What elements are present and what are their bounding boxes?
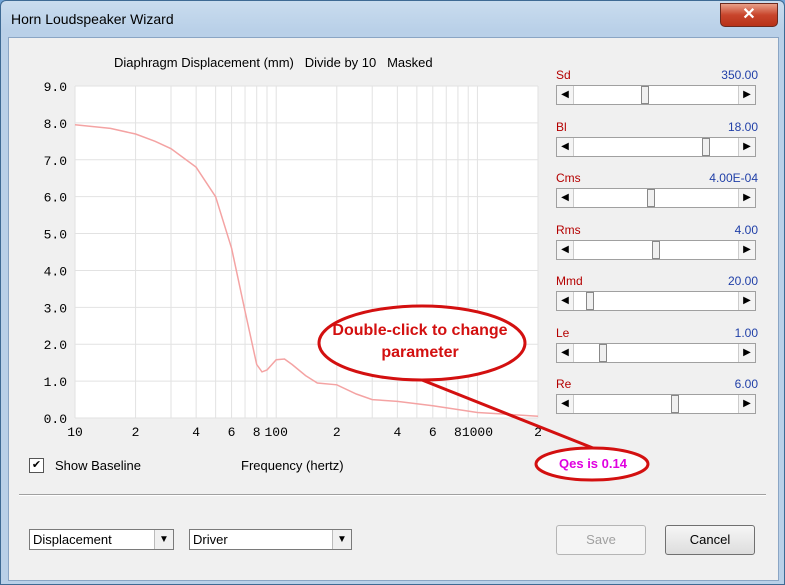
dialog-body: Diaphragm Displacement (mm) Divide by 10… — [8, 37, 779, 581]
param-label-cms: Cms — [556, 171, 581, 185]
scroll-left-icon[interactable]: ◀ — [557, 395, 574, 413]
source-select[interactable]: Driver ▼ — [189, 529, 352, 550]
qes-label: Qes is 0.14 — [559, 456, 627, 471]
x-tick-label: 6 — [429, 425, 437, 440]
param-slider-re[interactable]: ◀ ▶ — [556, 394, 756, 414]
window-title: Horn Loudspeaker Wizard — [11, 11, 174, 27]
x-tick-label: 2 — [132, 425, 140, 440]
param-value-mmd[interactable]: 20.00 — [678, 274, 758, 288]
wizard-window: Horn Loudspeaker Wizard ✕ Diaphragm Disp… — [0, 0, 785, 585]
scroll-right-icon[interactable]: ▶ — [738, 137, 755, 156]
param-value-cms[interactable]: 4.00E-04 — [678, 171, 758, 185]
y-tick-label: 9.0 — [44, 80, 67, 95]
x-tick-label: 1000 — [462, 425, 493, 440]
y-tick-label: 7.0 — [44, 154, 67, 169]
x-tick-label: 4 — [192, 425, 200, 440]
scroll-left-icon[interactable]: ◀ — [557, 343, 574, 362]
x-tick-label: 8 — [454, 425, 462, 440]
x-tick-label: 6 — [228, 425, 236, 440]
scroll-left-icon[interactable]: ◀ — [557, 189, 574, 207]
close-icon: ✕ — [742, 6, 756, 23]
param-label-re: Re — [556, 377, 572, 391]
y-tick-label: 4.0 — [44, 264, 67, 279]
param-value-re[interactable]: 6.00 — [678, 377, 758, 391]
cancel-button[interactable]: Cancel — [665, 525, 755, 555]
scroll-right-icon[interactable]: ▶ — [738, 240, 755, 259]
y-tick-label: 6.0 — [44, 191, 67, 206]
x-tick-label: 8 — [253, 425, 261, 440]
param-slider-sd[interactable]: ◀ ▶ — [556, 85, 756, 105]
displacement-chart[interactable]: 9.0 8.0 7.0 6.0 5.0 4.0 3.0 2.0 1.0 0.010 2 4 6 8 100 2… — [9, 38, 549, 448]
y-tick-label: 5.0 — [44, 228, 67, 243]
scroll-right-icon[interactable]: ▶ — [738, 395, 755, 413]
x-axis-label: Frequency (hertz) — [241, 458, 344, 473]
y-tick-label: 3.0 — [44, 301, 67, 316]
scroll-left-icon[interactable]: ◀ — [557, 240, 574, 259]
scroll-left-icon[interactable]: ◀ — [557, 86, 574, 104]
x-tick-label: 2 — [333, 425, 341, 440]
param-slider-bl[interactable]: ◀ ▶ — [556, 136, 756, 157]
title-bar[interactable]: Horn Loudspeaker Wizard ✕ — [1, 1, 784, 37]
y-tick-label: 8.0 — [44, 117, 67, 132]
y-tick-label: 1.0 — [44, 375, 67, 390]
slider-thumb[interactable] — [598, 343, 607, 362]
show-baseline-checkbox[interactable]: ✔ — [29, 458, 44, 473]
slider-thumb[interactable] — [641, 86, 650, 104]
slider-thumb[interactable] — [701, 137, 710, 156]
param-value-sd[interactable]: 350.00 — [678, 68, 758, 82]
param-slider-le[interactable]: ◀ ▶ — [556, 342, 756, 363]
y-tick-label: 2.0 — [44, 338, 67, 353]
param-label-sd: Sd — [556, 68, 571, 82]
x-tick-label: 100 — [265, 425, 288, 440]
x-tick-label: 10 — [67, 425, 83, 440]
scroll-right-icon[interactable]: ▶ — [738, 86, 755, 104]
slider-thumb[interactable] — [670, 395, 679, 413]
slider-thumb[interactable] — [647, 189, 656, 207]
scroll-left-icon[interactable]: ◀ — [557, 292, 574, 310]
show-baseline-label[interactable]: Show Baseline — [55, 458, 141, 473]
scroll-right-icon[interactable]: ▶ — [738, 189, 755, 207]
param-slider-cms[interactable]: ◀ ▶ — [556, 188, 756, 208]
source-value: Driver — [193, 532, 228, 547]
display-type-value: Displacement — [33, 532, 112, 547]
param-slider-rms[interactable]: ◀ ▶ — [556, 239, 756, 260]
callout-text: Double-click to change parameter — [332, 322, 508, 361]
param-label-bl: Bl — [556, 119, 567, 134]
scroll-right-icon[interactable]: ▶ — [738, 292, 755, 310]
y-tick-label: 0.0 — [44, 412, 67, 427]
chevron-down-icon[interactable]: ▼ — [332, 530, 351, 549]
param-slider-mmd[interactable]: ◀ ▶ — [556, 291, 756, 311]
checkmark-icon: ✔ — [31, 459, 42, 471]
param-label-rms: Rms — [556, 222, 581, 237]
scroll-right-icon[interactable]: ▶ — [738, 343, 755, 362]
slider-thumb[interactable] — [652, 240, 660, 259]
display-type-select[interactable]: Displacement ▼ — [29, 529, 174, 550]
slider-thumb[interactable] — [586, 292, 595, 310]
chevron-down-icon[interactable]: ▼ — [154, 530, 173, 549]
close-button[interactable]: ✕ — [720, 3, 778, 27]
x-tick-label: 4 — [393, 425, 401, 440]
save-button[interactable]: Save — [556, 525, 646, 555]
param-value-rms[interactable]: 4.00 — [678, 223, 758, 237]
scroll-left-icon[interactable]: ◀ — [557, 137, 574, 156]
divider — [19, 494, 766, 496]
x-tick-label: 2 — [534, 425, 542, 440]
param-value-le[interactable]: 1.00 — [678, 326, 758, 340]
param-label-mmd: Mmd — [556, 274, 583, 288]
param-value-bl[interactable]: 18.00 — [678, 120, 758, 134]
param-label-le: Le — [556, 325, 570, 340]
